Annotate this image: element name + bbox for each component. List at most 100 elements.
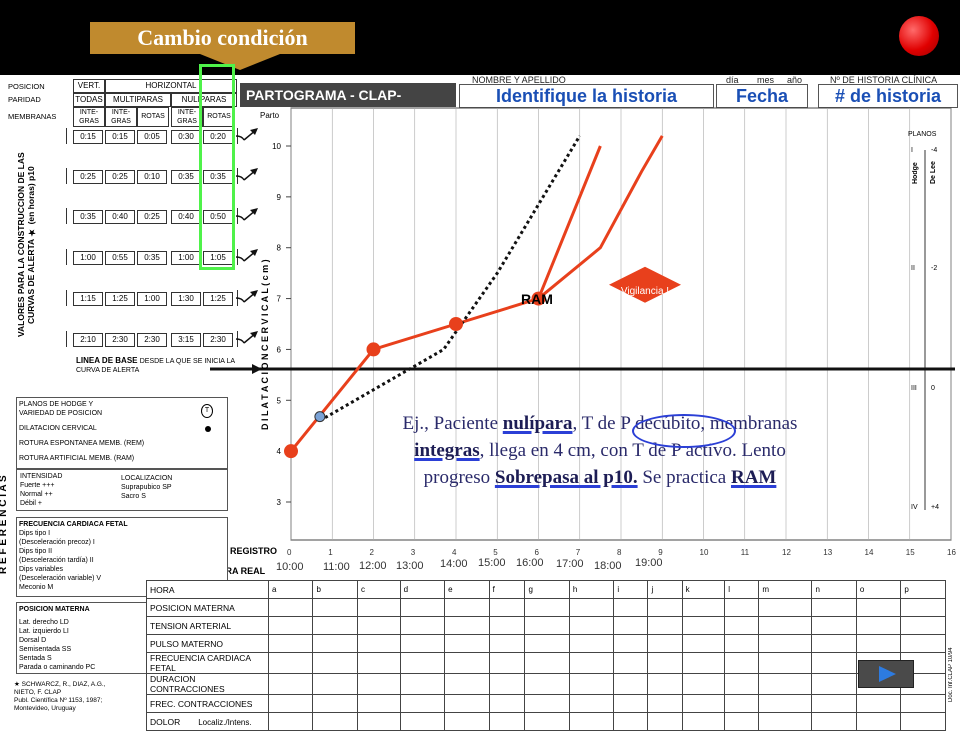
real-time-label[interactable]: 11:00 (323, 561, 350, 573)
registro-cell[interactable] (613, 673, 649, 695)
registro-cell[interactable] (724, 652, 760, 674)
real-time-label[interactable]: 10:00 (276, 561, 304, 573)
registro-cell[interactable] (568, 598, 615, 617)
registro-cell[interactable] (488, 673, 526, 695)
real-time-label[interactable]: 15:00 (478, 557, 506, 569)
hora-letter-cell[interactable]: k (681, 580, 726, 599)
registro-cell[interactable] (399, 652, 446, 674)
registro-cell[interactable] (613, 634, 649, 653)
registro-cell[interactable] (356, 712, 401, 731)
registro-cell[interactable] (811, 673, 857, 695)
registro-cell[interactable] (356, 673, 401, 695)
hora-letter-cell[interactable]: m (758, 580, 813, 599)
registro-cell[interactable] (855, 694, 902, 713)
registro-cell[interactable] (267, 652, 314, 674)
registro-cell[interactable] (568, 652, 615, 674)
registro-cell[interactable] (488, 712, 526, 731)
hora-letter-cell[interactable]: i (613, 580, 649, 599)
hora-letter-cell[interactable]: c (356, 580, 401, 599)
registro-cell[interactable] (356, 652, 401, 674)
registro-cell[interactable] (267, 673, 314, 695)
registro-cell[interactable] (488, 634, 526, 653)
registro-cell[interactable] (267, 634, 314, 653)
hora-letter-cell[interactable]: g (524, 580, 570, 599)
registro-cell[interactable] (312, 634, 358, 653)
registro-cell[interactable] (444, 616, 490, 635)
registro-cell[interactable] (681, 634, 726, 653)
registro-cell[interactable] (681, 673, 726, 695)
hora-letter-cell[interactable]: h (568, 580, 615, 599)
next-slide-button[interactable] (858, 660, 914, 688)
registro-cell[interactable] (758, 634, 813, 653)
registro-cell[interactable] (758, 712, 813, 731)
real-time-label[interactable]: 18:00 (594, 560, 622, 572)
hora-letter-cell[interactable]: o (855, 580, 902, 599)
registro-cell[interactable] (444, 673, 490, 695)
registro-cell[interactable] (647, 634, 683, 653)
registro-cell[interactable] (647, 673, 683, 695)
registro-cell[interactable] (267, 598, 314, 617)
registro-cell[interactable] (647, 712, 683, 731)
registro-cell[interactable] (444, 634, 490, 653)
registro-cell[interactable] (647, 694, 683, 713)
real-time-label[interactable]: 12:00 (359, 560, 387, 572)
registro-cell[interactable] (811, 616, 857, 635)
registro-cell[interactable] (855, 634, 902, 653)
registro-cell[interactable] (681, 652, 726, 674)
registro-cell[interactable] (811, 634, 857, 653)
registro-cell[interactable] (399, 673, 446, 695)
registro-cell[interactable] (488, 616, 526, 635)
registro-cell[interactable] (524, 694, 570, 713)
registro-cell[interactable] (267, 712, 314, 731)
hora-letter-cell[interactable]: n (811, 580, 857, 599)
registro-cell[interactable] (758, 652, 813, 674)
registro-cell[interactable] (524, 673, 570, 695)
real-time-label[interactable]: 16:00 (516, 557, 544, 569)
hora-letter-cell[interactable]: d (399, 580, 446, 599)
registro-cell[interactable] (724, 598, 760, 617)
registro-cell[interactable] (900, 634, 946, 653)
registro-cell[interactable] (312, 694, 358, 713)
hora-letter-cell[interactable]: a (267, 580, 314, 599)
registro-cell[interactable] (444, 694, 490, 713)
real-time-label[interactable]: 17:00 (556, 558, 584, 570)
registro-cell[interactable] (488, 694, 526, 713)
registro-cell[interactable] (524, 712, 570, 731)
registro-cell[interactable] (488, 652, 526, 674)
registro-cell[interactable] (568, 634, 615, 653)
real-time-label[interactable]: 19:00 (635, 557, 663, 569)
registro-cell[interactable] (855, 712, 902, 731)
registro-cell[interactable] (568, 616, 615, 635)
hora-letter-cell[interactable]: f (488, 580, 526, 599)
registro-cell[interactable] (724, 712, 760, 731)
registro-cell[interactable] (681, 712, 726, 731)
registro-cell[interactable] (356, 598, 401, 617)
hora-letter-cell[interactable]: e (444, 580, 490, 599)
registro-cell[interactable] (758, 673, 813, 695)
registro-cell[interactable] (613, 616, 649, 635)
registro-cell[interactable] (724, 634, 760, 653)
registro-cell[interactable] (568, 673, 615, 695)
registro-cell[interactable] (356, 694, 401, 713)
registro-cell[interactable] (613, 712, 649, 731)
registro-cell[interactable] (758, 694, 813, 713)
registro-cell[interactable] (811, 652, 857, 674)
registro-cell[interactable] (811, 694, 857, 713)
registro-cell[interactable] (758, 616, 813, 635)
registro-cell[interactable] (647, 616, 683, 635)
registro-cell[interactable] (855, 598, 902, 617)
registro-cell[interactable] (444, 598, 490, 617)
registro-cell[interactable] (681, 598, 726, 617)
registro-cell[interactable] (681, 616, 726, 635)
hora-letter-cell[interactable]: l (724, 580, 760, 599)
registro-cell[interactable] (399, 712, 446, 731)
registro-cell[interactable] (900, 712, 946, 731)
hora-letter-cell[interactable]: b (312, 580, 358, 599)
registro-cell[interactable] (900, 616, 946, 635)
registro-cell[interactable] (613, 694, 649, 713)
registro-cell[interactable] (399, 694, 446, 713)
registro-cell[interactable] (312, 598, 358, 617)
registro-cell[interactable] (568, 712, 615, 731)
registro-cell[interactable] (855, 616, 902, 635)
registro-cell[interactable] (568, 694, 615, 713)
